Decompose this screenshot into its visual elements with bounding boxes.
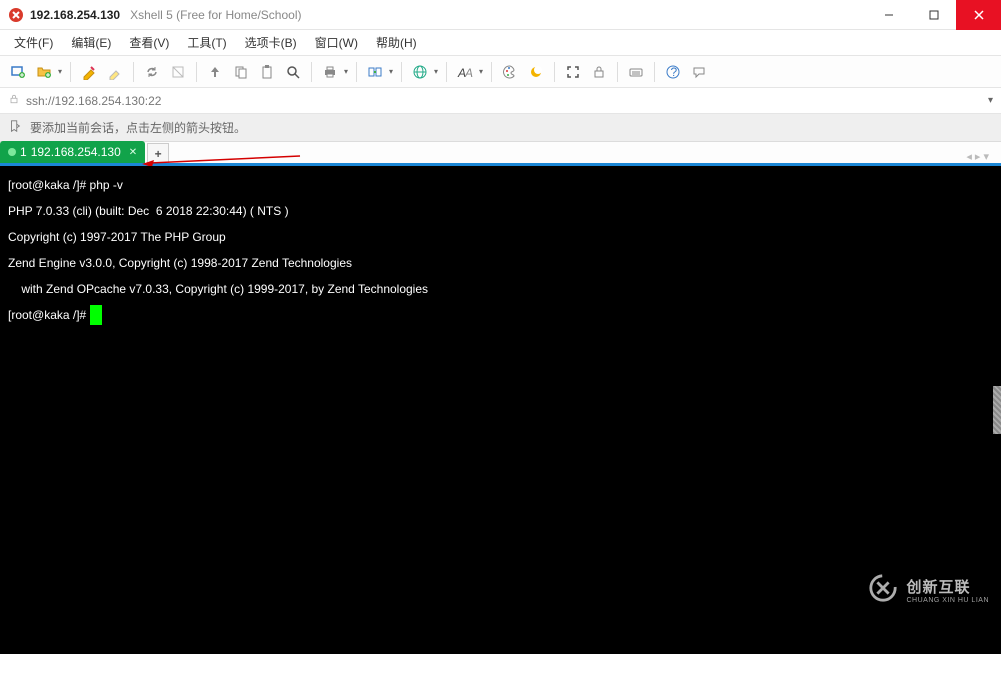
- title-subtitle: Xshell 5 (Free for Home/School): [130, 8, 301, 22]
- menu-window[interactable]: 窗口(W): [307, 31, 366, 54]
- title-host: 192.168.254.130: [30, 8, 120, 22]
- separator: [446, 62, 447, 82]
- separator: [133, 62, 134, 82]
- title-bar: 192.168.254.130 Xshell 5 (Free for Home/…: [0, 0, 1001, 30]
- paste-icon[interactable]: [255, 60, 279, 84]
- arrow-up-icon[interactable]: [203, 60, 227, 84]
- copy-icon[interactable]: [229, 60, 253, 84]
- tab-nav-arrows[interactable]: ◂ ▸ ▾: [954, 150, 1001, 163]
- separator: [196, 62, 197, 82]
- cursor: [90, 305, 102, 325]
- globe-icon[interactable]: [408, 60, 432, 84]
- minimize-button[interactable]: [866, 0, 911, 30]
- hint-text: 要添加当前会话，点击左侧的箭头按钮。: [30, 119, 246, 136]
- keyboard-icon[interactable]: [624, 60, 648, 84]
- terminal-prompt: [root@kaka /]#: [8, 308, 90, 322]
- terminal-line: [root@kaka /]# php -v: [8, 178, 123, 192]
- reconnect-icon[interactable]: [140, 60, 164, 84]
- address-bar[interactable]: ssh://192.168.254.130:22 ▾: [0, 88, 1001, 114]
- lock-icon[interactable]: [587, 60, 611, 84]
- new-session-icon[interactable]: [6, 60, 30, 84]
- transfer-icon[interactable]: [363, 60, 387, 84]
- scrollbar-thumb[interactable]: [993, 386, 1001, 434]
- menu-tools[interactable]: 工具(T): [179, 31, 234, 54]
- terminal-pane[interactable]: [root@kaka /]# php -v PHP 7.0.33 (cli) (…: [0, 166, 1001, 654]
- properties-icon[interactable]: [77, 60, 101, 84]
- toolbar: ▾ ▾ ▾ ▾ AA ▾ ?: [0, 56, 1001, 88]
- disconnect-icon[interactable]: [166, 60, 190, 84]
- dropdown-icon[interactable]: ▾: [477, 67, 485, 76]
- address-url: ssh://192.168.254.130:22: [26, 94, 161, 108]
- watermark: 创新互联 CHUANG XIN HU LIAN: [848, 547, 989, 638]
- close-button[interactable]: [956, 0, 1001, 30]
- tab-index: 1: [20, 145, 27, 159]
- terminal-line: with Zend OPcache v7.0.33, Copyright (c)…: [8, 282, 428, 296]
- help-icon[interactable]: ?: [661, 60, 685, 84]
- separator: [654, 62, 655, 82]
- watermark-sub: CHUANG XIN HU LIAN: [906, 597, 989, 605]
- chevron-down-icon[interactable]: ▾: [988, 95, 993, 106]
- dropdown-icon[interactable]: ▾: [342, 67, 350, 76]
- dropdown-icon[interactable]: ▾: [432, 67, 440, 76]
- print-icon[interactable]: [318, 60, 342, 84]
- search-icon[interactable]: [281, 60, 305, 84]
- terminal-line: PHP 7.0.33 (cli) (built: Dec 6 2018 22:3…: [8, 204, 289, 218]
- app-icon: [8, 7, 24, 23]
- annotation-arrow: [142, 152, 302, 166]
- menu-view[interactable]: 查看(V): [121, 31, 177, 54]
- palette-icon[interactable]: [498, 60, 522, 84]
- separator: [491, 62, 492, 82]
- tab-strip: 1 192.168.254.130 ✕ + ◂ ▸ ▾: [0, 142, 1001, 166]
- menu-tabs[interactable]: 选项卡(B): [237, 31, 305, 54]
- font-icon[interactable]: AA: [453, 60, 477, 84]
- session-tab-active[interactable]: 1 192.168.254.130 ✕: [0, 141, 145, 163]
- separator: [311, 62, 312, 82]
- separator: [554, 62, 555, 82]
- svg-text:A: A: [464, 66, 473, 80]
- watermark-title: 创新互联: [906, 580, 989, 597]
- terminal-line: Copyright (c) 1997-2017 The PHP Group: [8, 230, 226, 244]
- separator: [356, 62, 357, 82]
- dropdown-icon[interactable]: ▾: [56, 67, 64, 76]
- dropdown-icon[interactable]: ▾: [387, 67, 395, 76]
- tab-close-icon[interactable]: ✕: [129, 147, 137, 158]
- bookmark-arrow-icon[interactable]: [8, 119, 22, 136]
- status-dot-icon: [8, 148, 16, 156]
- svg-text:?: ?: [671, 65, 678, 79]
- hint-bar: 要添加当前会话，点击左侧的箭头按钮。: [0, 114, 1001, 142]
- separator: [617, 62, 618, 82]
- highlight-icon[interactable]: [103, 60, 127, 84]
- maximize-button[interactable]: [911, 0, 956, 30]
- terminal-line: Zend Engine v3.0.0, Copyright (c) 1998-2…: [8, 256, 352, 270]
- lock-small-icon: [8, 93, 20, 108]
- menu-edit[interactable]: 编辑(E): [63, 31, 119, 54]
- menu-bar: 文件(F) 编辑(E) 查看(V) 工具(T) 选项卡(B) 窗口(W) 帮助(…: [0, 30, 1001, 56]
- separator: [70, 62, 71, 82]
- menu-help[interactable]: 帮助(H): [368, 31, 425, 54]
- watermark-logo-icon: [848, 547, 898, 638]
- new-folder-icon[interactable]: [32, 60, 56, 84]
- theme-icon[interactable]: [524, 60, 548, 84]
- menu-file[interactable]: 文件(F): [6, 31, 61, 54]
- chat-icon[interactable]: [687, 60, 711, 84]
- separator: [401, 62, 402, 82]
- fullscreen-icon[interactable]: [561, 60, 585, 84]
- tab-label: 192.168.254.130: [31, 145, 121, 159]
